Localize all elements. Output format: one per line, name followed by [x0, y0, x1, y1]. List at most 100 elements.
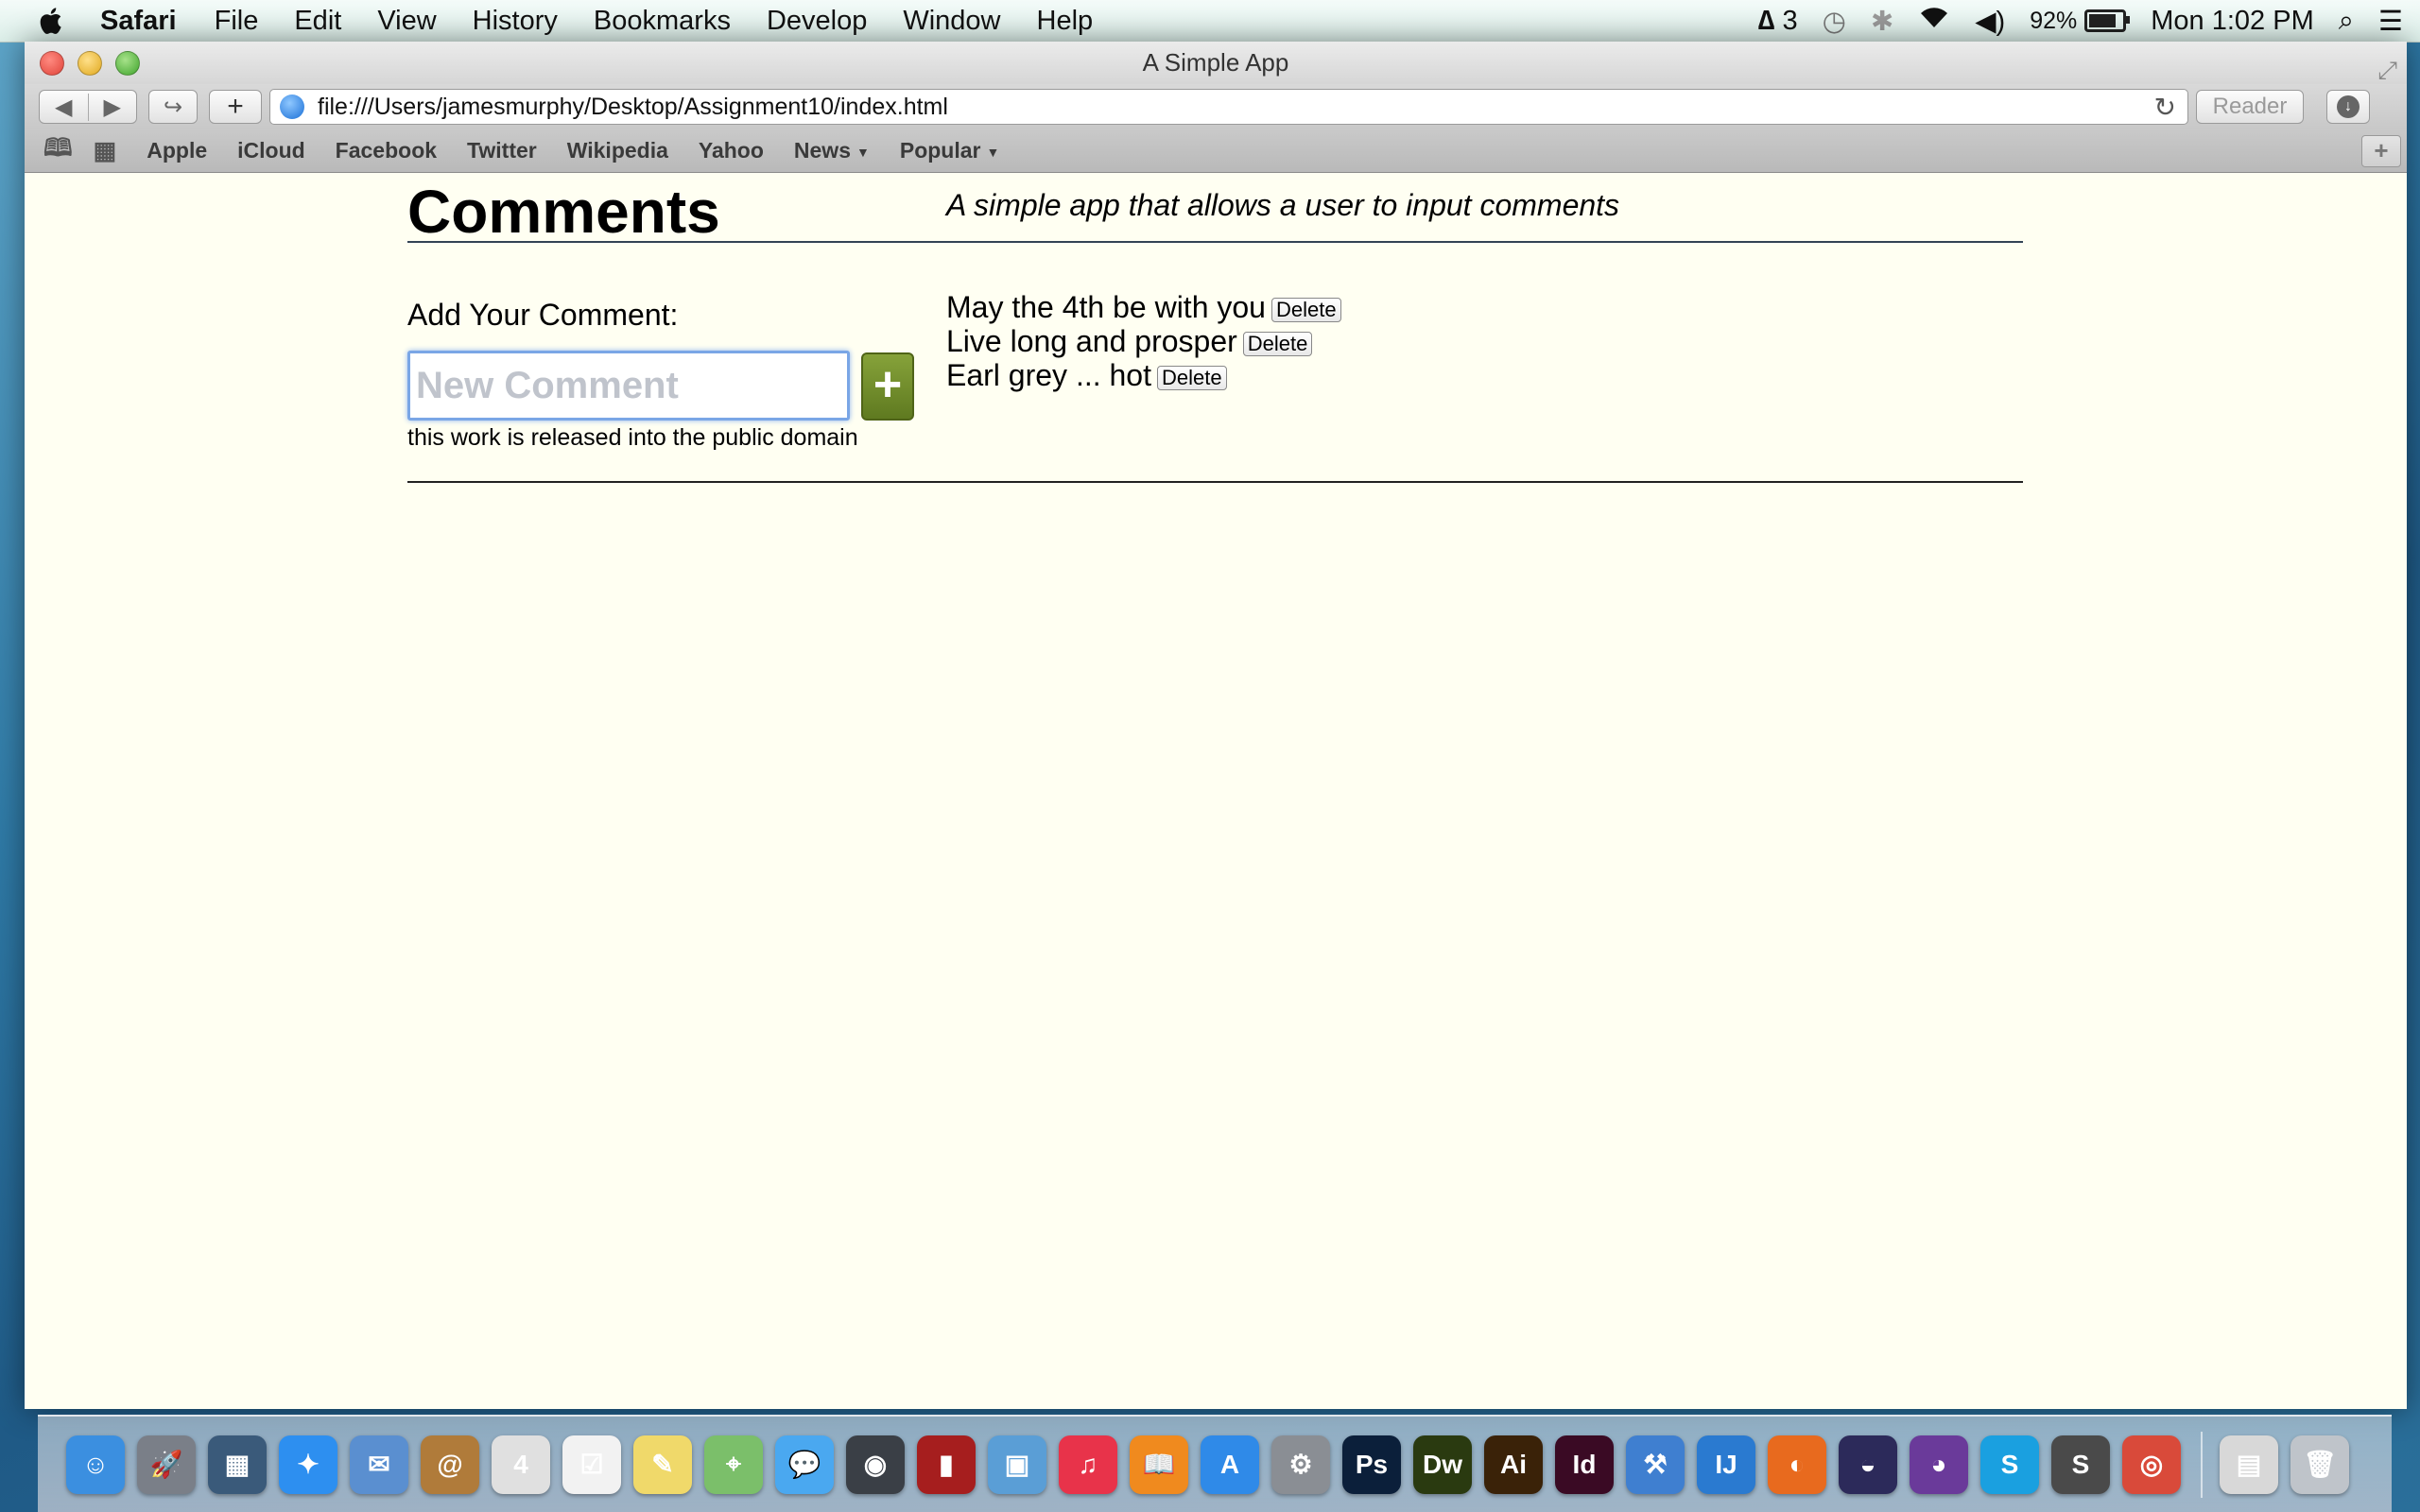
contacts-icon[interactable]: @: [421, 1435, 479, 1494]
bookmark-yahoo[interactable]: Yahoo: [699, 138, 764, 163]
volume-icon[interactable]: ◀): [1975, 5, 2005, 38]
close-window-button[interactable]: [40, 51, 64, 76]
bookmark-icloud[interactable]: iCloud: [237, 138, 305, 163]
reader-button[interactable]: Reader: [2196, 90, 2304, 124]
comment-text: Live long and prosper: [946, 324, 1237, 358]
zoom-window-button[interactable]: [115, 51, 140, 76]
safari-icon[interactable]: ✦: [279, 1435, 337, 1494]
photo-booth-icon[interactable]: ▮: [917, 1435, 976, 1494]
add-tab-icon[interactable]: +: [2361, 135, 2401, 167]
bookmark-facebook[interactable]: Facebook: [336, 138, 437, 163]
delete-comment-button[interactable]: Delete: [1270, 297, 1341, 322]
photoshop-icon[interactable]: Ps: [1342, 1435, 1401, 1494]
back-arrow-icon[interactable]: ◀: [40, 93, 89, 121]
itunes-icon[interactable]: ♫: [1059, 1435, 1117, 1494]
dreamweaver-icon[interactable]: Dw: [1413, 1435, 1472, 1494]
new-tab-button[interactable]: +: [209, 90, 262, 124]
browser-window: A Simple App ⤢ ◀ ▶ ↪ + file:///Users/jam…: [25, 42, 2407, 1409]
forward-arrow-icon[interactable]: ▶: [89, 94, 137, 121]
messages-icon[interactable]: 💬: [775, 1435, 834, 1494]
bookmark-apple[interactable]: Apple: [147, 138, 207, 163]
facetime-icon[interactable]: ◉: [846, 1435, 905, 1494]
skype-icon[interactable]: S: [1980, 1435, 2039, 1494]
indesign-icon[interactable]: Id: [1555, 1435, 1614, 1494]
menu-edit[interactable]: Edit: [294, 6, 341, 37]
reminders-icon[interactable]: ☑: [562, 1435, 621, 1494]
bookmark-folder-popular[interactable]: Popular ▼: [900, 138, 999, 163]
ibooks-icon[interactable]: 📖: [1130, 1435, 1188, 1494]
menu-file[interactable]: File: [215, 6, 259, 37]
documents-stack-icon[interactable]: ▤: [2220, 1435, 2278, 1494]
notification-center-icon[interactable]: ☰: [2378, 5, 2403, 38]
adobe-updates-icon[interactable]: ∆ 3: [1758, 6, 1798, 37]
status-area: ∆ 3 ◷ ✱ ◀) 92% Mon 1:02 PM ⌕ ☰: [1734, 0, 2403, 42]
apple-menu-icon[interactable]: [36, 5, 68, 37]
firefox-icon[interactable]: ◐: [1768, 1435, 1826, 1494]
wifi-icon[interactable]: [1918, 5, 1950, 37]
page-content: Comments A simple app that allows a user…: [407, 173, 2023, 483]
address-bar[interactable]: file:///Users/jamesmurphy/Desktop/Assign…: [269, 89, 2188, 125]
iphoto-icon[interactable]: ▣: [988, 1435, 1046, 1494]
notes-icon[interactable]: ✎: [633, 1435, 692, 1494]
add-comment-button[interactable]: +: [861, 352, 914, 421]
menu-bookmarks[interactable]: Bookmarks: [594, 6, 731, 37]
finder-icon[interactable]: ☺: [66, 1435, 125, 1494]
system-preferences-icon[interactable]: ⚙: [1271, 1435, 1330, 1494]
menu-window[interactable]: Window: [903, 6, 1000, 37]
minimize-window-button[interactable]: [78, 51, 102, 76]
url-text[interactable]: file:///Users/jamesmurphy/Desktop/Assign…: [318, 94, 2154, 121]
bookmark-twitter[interactable]: Twitter: [467, 138, 537, 163]
bluetooth-icon[interactable]: ✱: [1871, 5, 1893, 38]
calendar-icon[interactable]: 4: [492, 1435, 550, 1494]
battery-fill: [2089, 14, 2117, 27]
battery-percent: 92%: [2030, 7, 2078, 34]
top-sites-grid-icon[interactable]: ▦: [94, 136, 117, 165]
chrome-icon[interactable]: ◎: [2122, 1435, 2181, 1494]
web-page: Comments A simple app that allows a user…: [25, 173, 2407, 1408]
plus-icon: +: [227, 91, 244, 122]
mail-icon[interactable]: ✉: [350, 1435, 408, 1494]
illustrator-icon[interactable]: Ai: [1484, 1435, 1543, 1494]
bookmark-folder-news[interactable]: News ▼: [794, 138, 870, 163]
sublime-text-icon[interactable]: S: [2051, 1435, 2110, 1494]
maps-icon[interactable]: ⌖: [704, 1435, 763, 1494]
title-bar[interactable]: A Simple App ⤢: [25, 42, 2407, 84]
comments-list: May the 4th be with you Delete Live long …: [946, 290, 1341, 392]
downloads-button[interactable]: ↓: [2326, 90, 2370, 124]
delete-comment-button[interactable]: Delete: [1242, 331, 1313, 356]
bookmark-wikipedia[interactable]: Wikipedia: [567, 138, 668, 163]
download-arrow-icon: ↓: [2337, 95, 2360, 118]
footer-text: this work is released into the public do…: [407, 424, 858, 451]
chevron-down-icon: ▼: [986, 144, 1000, 160]
time-machine-icon[interactable]: ◷: [1823, 5, 1846, 38]
app-store-icon[interactable]: A: [1201, 1435, 1259, 1494]
adobe-updates-count: 3: [1782, 5, 1798, 36]
share-icon: ↪: [163, 94, 183, 120]
eclipse-icon[interactable]: ◒: [1839, 1435, 1897, 1494]
trash-icon[interactable]: 🗑: [2290, 1435, 2349, 1494]
reading-list-icon[interactable]: 🕮: [43, 130, 73, 172]
new-comment-input[interactable]: [407, 351, 850, 421]
menu-app-safari[interactable]: Safari: [100, 6, 177, 37]
spotlight-icon[interactable]: ⌕: [2339, 6, 2354, 37]
launchpad-icon[interactable]: 🚀: [137, 1435, 196, 1494]
clock[interactable]: Mon 1:02 PM: [2151, 6, 2313, 37]
chevron-down-icon: ▼: [856, 144, 870, 160]
battery-icon[interactable]: [2084, 9, 2131, 32]
mission-control-icon[interactable]: ▦: [208, 1435, 267, 1494]
menu-bar: Safari File Edit View History Bookmarks …: [0, 0, 2420, 43]
xcode-icon[interactable]: ⚒: [1626, 1435, 1685, 1494]
browser-toolbar: ◀ ▶ ↪ + file:///Users/jamesmurphy/Deskto…: [25, 84, 2407, 129]
page-header: Comments A simple app that allows a user…: [407, 173, 2023, 246]
menu-develop[interactable]: Develop: [767, 6, 867, 37]
github-icon[interactable]: ◕: [1910, 1435, 1968, 1494]
delete-comment-button[interactable]: Delete: [1156, 365, 1227, 390]
page-title: Comments: [407, 178, 720, 246]
reload-icon[interactable]: ↻: [2154, 92, 2176, 123]
intellij-icon[interactable]: IJ: [1697, 1435, 1755, 1494]
menu-help[interactable]: Help: [1037, 6, 1094, 37]
menu-view[interactable]: View: [377, 6, 436, 37]
menu-history[interactable]: History: [473, 6, 558, 37]
comment-text: May the 4th be with you: [946, 290, 1266, 324]
share-button[interactable]: ↪: [148, 90, 198, 124]
